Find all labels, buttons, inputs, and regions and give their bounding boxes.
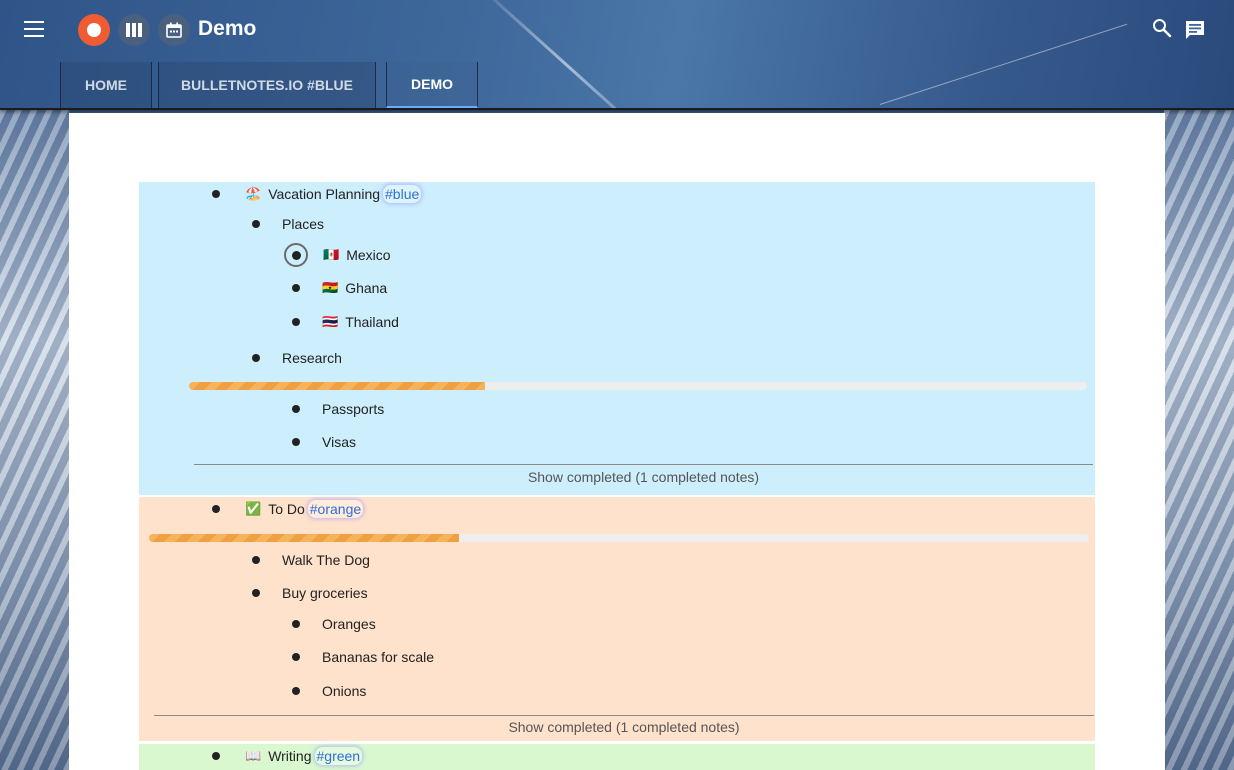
background-streak xyxy=(879,23,1128,105)
list-item[interactable]: 🇬🇭 Ghana xyxy=(292,276,387,300)
bullet-icon[interactable] xyxy=(292,438,300,446)
bullet-icon[interactable] xyxy=(212,190,220,198)
note-label[interactable]: Onions xyxy=(322,683,366,699)
tag-orange[interactable]: #orange xyxy=(307,500,364,518)
list-item[interactable]: 🇹🇭 Thailand xyxy=(292,310,399,334)
note-section-orange: ✅ To Do #orange Walk The Dog Buy groceri… xyxy=(139,497,1095,741)
bullet-icon[interactable] xyxy=(252,556,260,564)
list-item[interactable]: Bananas for scale xyxy=(292,645,434,669)
note-label[interactable]: Visas xyxy=(322,434,356,450)
list-item[interactable]: Places xyxy=(252,212,324,236)
list-item[interactable]: 📖 Writing #green xyxy=(212,744,363,768)
progress-fill xyxy=(149,534,460,542)
bullet-icon[interactable] xyxy=(292,620,300,628)
list-item[interactable]: Visas xyxy=(292,430,356,454)
list-item[interactable]: 🏖️ Vacation Planning #blue xyxy=(212,182,422,206)
list-item[interactable]: Onions xyxy=(292,679,366,703)
note-label[interactable]: Ghana xyxy=(345,280,387,296)
note-label[interactable]: Writing xyxy=(268,748,311,764)
bullet-icon[interactable] xyxy=(212,752,220,760)
note-label[interactable]: Walk The Dog xyxy=(282,552,370,568)
divider xyxy=(194,464,1093,465)
bullet-icon[interactable] xyxy=(292,653,300,661)
columns-icon xyxy=(126,23,142,37)
app-bar: Demo HOME BULLETNOTES.IO #BLUE DEMO xyxy=(0,0,1234,110)
background-streak xyxy=(470,0,666,108)
flag-mexico-icon: 🇲🇽 xyxy=(323,247,340,262)
search-icon[interactable] xyxy=(1152,18,1172,38)
todo-progress-bar xyxy=(149,534,1089,542)
bullet-icon[interactable] xyxy=(292,284,300,292)
progress-fill xyxy=(189,382,486,390)
record-button[interactable] xyxy=(78,14,110,46)
show-completed-link[interactable]: Show completed (1 completed notes) xyxy=(194,469,1093,485)
record-icon xyxy=(87,23,101,37)
note-section-blue: 🏖️ Vacation Planning #blue Places 🇲🇽 Mex… xyxy=(139,182,1095,495)
background-mountain-right xyxy=(1164,110,1234,770)
background-mountain-left xyxy=(0,110,70,770)
columns-button[interactable] xyxy=(118,14,150,46)
note-label[interactable]: Passports xyxy=(322,401,384,417)
tab-home[interactable]: HOME xyxy=(60,62,152,108)
list-item[interactable]: Buy groceries xyxy=(252,581,368,605)
beach-icon: 🏖️ xyxy=(245,186,262,201)
note-label[interactable]: Thailand xyxy=(345,314,399,330)
calendar-icon xyxy=(166,22,182,38)
show-completed-link[interactable]: Show completed (1 completed notes) xyxy=(154,719,1094,735)
research-progress-bar xyxy=(189,382,1087,390)
bullet-focused-icon[interactable] xyxy=(284,243,308,267)
bullet-icon[interactable] xyxy=(292,687,300,695)
note-section-green: 📖 Writing #green xyxy=(139,744,1095,770)
list-item[interactable]: Walk The Dog xyxy=(252,548,370,572)
note-label[interactable]: Oranges xyxy=(322,616,376,632)
note-label[interactable]: Vacation Planning xyxy=(268,186,380,202)
page-title: Demo xyxy=(198,17,257,40)
list-item[interactable]: Oranges xyxy=(292,612,376,636)
bullet-icon[interactable] xyxy=(212,505,220,513)
divider xyxy=(154,715,1094,716)
bullet-icon[interactable] xyxy=(252,589,260,597)
bullet-icon[interactable] xyxy=(292,318,300,326)
list-item[interactable]: ✅ To Do #orange xyxy=(212,497,364,521)
note-label[interactable]: Mexico xyxy=(346,247,390,263)
tab-bulletnotes-blue[interactable]: BULLETNOTES.IO #BLUE xyxy=(158,62,376,108)
notes-panel: 🏖️ Vacation Planning #blue Places 🇲🇽 Mex… xyxy=(69,113,1165,770)
menu-icon[interactable] xyxy=(24,21,44,37)
bullet-icon[interactable] xyxy=(292,405,300,413)
bullet-icon[interactable] xyxy=(252,354,260,362)
checkmark-icon: ✅ xyxy=(245,501,262,516)
tab-bar: HOME BULLETNOTES.IO #BLUE DEMO xyxy=(60,62,484,108)
list-item[interactable]: 🇲🇽 Mexico xyxy=(284,243,391,267)
note-label[interactable]: Buy groceries xyxy=(282,585,368,601)
bullet-icon xyxy=(291,250,301,260)
flag-thailand-icon: 🇹🇭 xyxy=(322,314,339,329)
note-label[interactable]: Places xyxy=(282,216,324,232)
tab-demo[interactable]: DEMO xyxy=(386,62,478,108)
book-icon: 📖 xyxy=(245,748,262,763)
note-label[interactable]: To Do xyxy=(268,501,305,517)
chat-icon[interactable] xyxy=(1184,19,1206,41)
flag-ghana-icon: 🇬🇭 xyxy=(322,280,339,295)
note-label[interactable]: Research xyxy=(282,350,342,366)
tag-blue[interactable]: #blue xyxy=(383,185,422,203)
tag-green[interactable]: #green xyxy=(314,747,363,765)
list-item[interactable]: Research xyxy=(252,346,342,370)
note-label[interactable]: Bananas for scale xyxy=(322,649,434,665)
calendar-button[interactable] xyxy=(158,14,190,46)
list-item[interactable]: Passports xyxy=(292,397,384,421)
bullet-icon[interactable] xyxy=(252,220,260,228)
